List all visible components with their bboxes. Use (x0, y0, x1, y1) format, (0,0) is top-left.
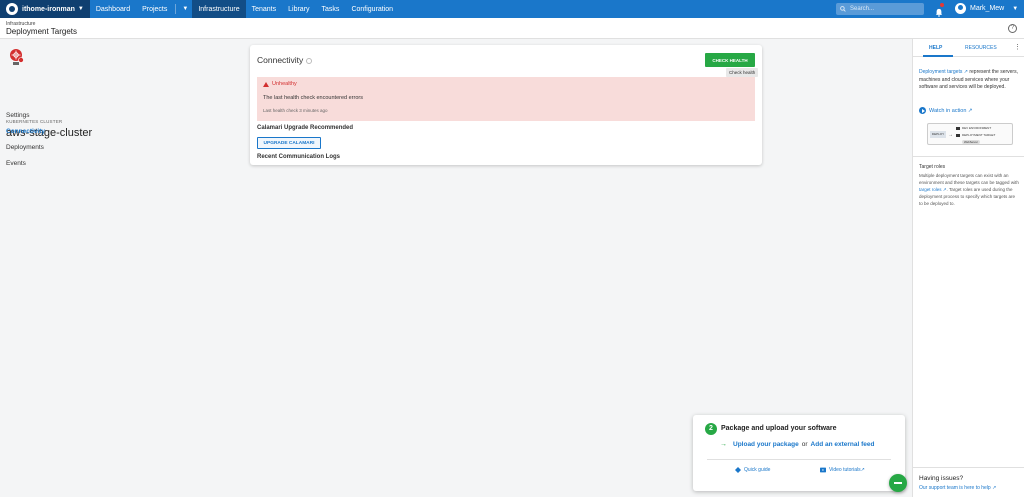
sidebar-item-settings[interactable]: Settings (6, 112, 30, 119)
nav-dashboard[interactable]: Dashboard (90, 0, 136, 18)
video-icon (820, 467, 826, 473)
card-title-text: Connectivity (257, 55, 304, 65)
avatar (955, 3, 966, 14)
divider (707, 459, 891, 460)
warning-icon (263, 81, 269, 87)
help-panel: HELP RESOURCES ⋮ Deployment targets ↗ re… (912, 39, 1024, 497)
help-tabs: HELP RESOURCES ⋮ (913, 39, 1024, 57)
external-link-icon: ↗ (962, 69, 968, 75)
check-health-tooltip: Check health (726, 68, 759, 77)
nav-library[interactable]: Library (282, 0, 315, 18)
issues-heading: Having issues? (919, 475, 964, 482)
nav-projects[interactable]: Projects (136, 0, 173, 18)
roles-text-1: Multiple deployment targets can exist wi… (919, 173, 1019, 185)
external-feed-link[interactable]: Add an external feed (811, 441, 875, 448)
step-number: 2 (705, 423, 717, 435)
tab-resources[interactable]: RESOURCES (965, 45, 997, 51)
diagram-target: DEPLOYMENT TARGET (956, 133, 995, 137)
sidebar-item-deployments[interactable]: Deployments (6, 144, 44, 151)
page-title: Deployment Targets (6, 27, 77, 36)
chevron-down-icon: ▼ (1012, 5, 1019, 12)
watch-label: Watch in action (929, 107, 967, 114)
projects-dropdown-icon[interactable]: ▼ (178, 6, 192, 12)
nav-tenants[interactable]: Tenants (246, 0, 283, 18)
external-link-icon: ↗ (860, 467, 865, 473)
upgrade-calamari-button[interactable]: UPGRADE CALAMARI (257, 137, 321, 149)
onboarding-card: 2 Package and upload your software → Upl… (693, 415, 905, 491)
upload-package-link[interactable]: Upload your package (733, 441, 799, 448)
nav-infrastructure[interactable]: Infrastructure (192, 0, 246, 18)
space-logo-icon (6, 3, 18, 15)
more-options-icon[interactable]: ⋮ (1014, 43, 1021, 51)
watch-in-action-link[interactable]: Watch in action ↗ (919, 107, 973, 114)
search-icon (840, 6, 846, 12)
nav-configuration[interactable]: Configuration (345, 0, 399, 18)
chevron-down-icon: ▼ (77, 6, 84, 12)
user-menu[interactable]: Mark_Mew ▼ (955, 3, 1018, 14)
play-icon (919, 107, 926, 114)
user-name: Mark_Mew (970, 5, 1005, 12)
diagram-env: DEV ENVIRONMENT (956, 126, 991, 130)
search-placeholder: Search... (850, 6, 875, 12)
tab-help[interactable]: HELP (922, 45, 954, 57)
alert-message: The last health check encountered errors (263, 95, 363, 101)
sidebar-item-events[interactable]: Events (6, 160, 26, 167)
onboarding-actions: → Upload your package or Add an external… (720, 441, 874, 448)
kubernetes-cluster-icon (10, 49, 24, 65)
collapse-onboarding-button[interactable] (889, 474, 907, 492)
divider (913, 156, 1024, 157)
check-health-button[interactable]: CHECK HEALTH (705, 53, 755, 67)
target-kind: KUBERNETES CLUSTER (6, 119, 63, 124)
arrow-right-icon: → (948, 132, 953, 138)
alert-header: Unhealthy (263, 81, 297, 87)
space-name: ithome-ironman (22, 5, 75, 13)
arrow-right-icon: → (720, 441, 727, 448)
deployment-targets-link[interactable]: Deployment targets (919, 69, 962, 75)
help-question-icon[interactable]: ? (1008, 24, 1017, 33)
page-header: Infrastructure Deployment Targets ? (0, 18, 1024, 39)
deployment-diagram: DEPLOY → DEV ENVIRONMENT DEPLOYMENT TARG… (927, 123, 1013, 145)
compass-icon (735, 467, 741, 473)
notification-dot (940, 3, 944, 7)
video-tutorials-link[interactable]: Video tutorials ↗ (820, 467, 865, 473)
health-alert: Unhealthy The last health check encounte… (257, 77, 755, 121)
quick-guide-label: Quick guide (744, 467, 771, 473)
video-tutorials-label: Video tutorials (829, 467, 861, 473)
connectivity-card: Connectivity CHECK HEALTH Check health U… (250, 45, 762, 165)
support-link[interactable]: Our support team is here to help ↗ (919, 485, 996, 491)
card-title: Connectivity (257, 55, 313, 65)
external-link-icon: ↗ (966, 107, 973, 114)
target-sidebar: KUBERNETES CLUSTER aws-stage-cluster Set… (0, 39, 120, 497)
nav-tasks[interactable]: Tasks (316, 0, 346, 18)
space-selector[interactable]: ithome-ironman ▼ (0, 0, 90, 18)
info-icon[interactable] (306, 57, 313, 64)
search-input[interactable]: Search... (836, 3, 924, 15)
target-roles-text: Multiple deployment targets can exist wi… (919, 172, 1019, 207)
external-link-icon: ↗ (990, 485, 997, 491)
diagram-deploy: DEPLOY (930, 131, 946, 138)
logs-heading: Recent Communication Logs (257, 154, 341, 160)
nav-divider (175, 4, 177, 14)
alert-timestamp: Last health check 3 minutes ago (263, 108, 328, 113)
diagram-role-tag: WebServer (962, 140, 980, 144)
upgrade-heading: Calamari Upgrade Recommended (257, 125, 354, 131)
alert-title: Unhealthy (272, 81, 297, 87)
quick-guide-link[interactable]: Quick guide (735, 467, 770, 473)
sidebar-item-connectivity[interactable]: Connectivity (6, 128, 45, 135)
target-roles-link[interactable]: target roles (919, 187, 942, 192)
divider (913, 467, 1024, 468)
help-intro: Deployment targets ↗ represent the serve… (919, 69, 1019, 92)
target-roles-title: Target roles (919, 164, 946, 170)
onboarding-title: Package and upload your software (721, 425, 837, 432)
or-text: or (801, 441, 808, 448)
support-label: Our support team is here to help (919, 485, 991, 491)
